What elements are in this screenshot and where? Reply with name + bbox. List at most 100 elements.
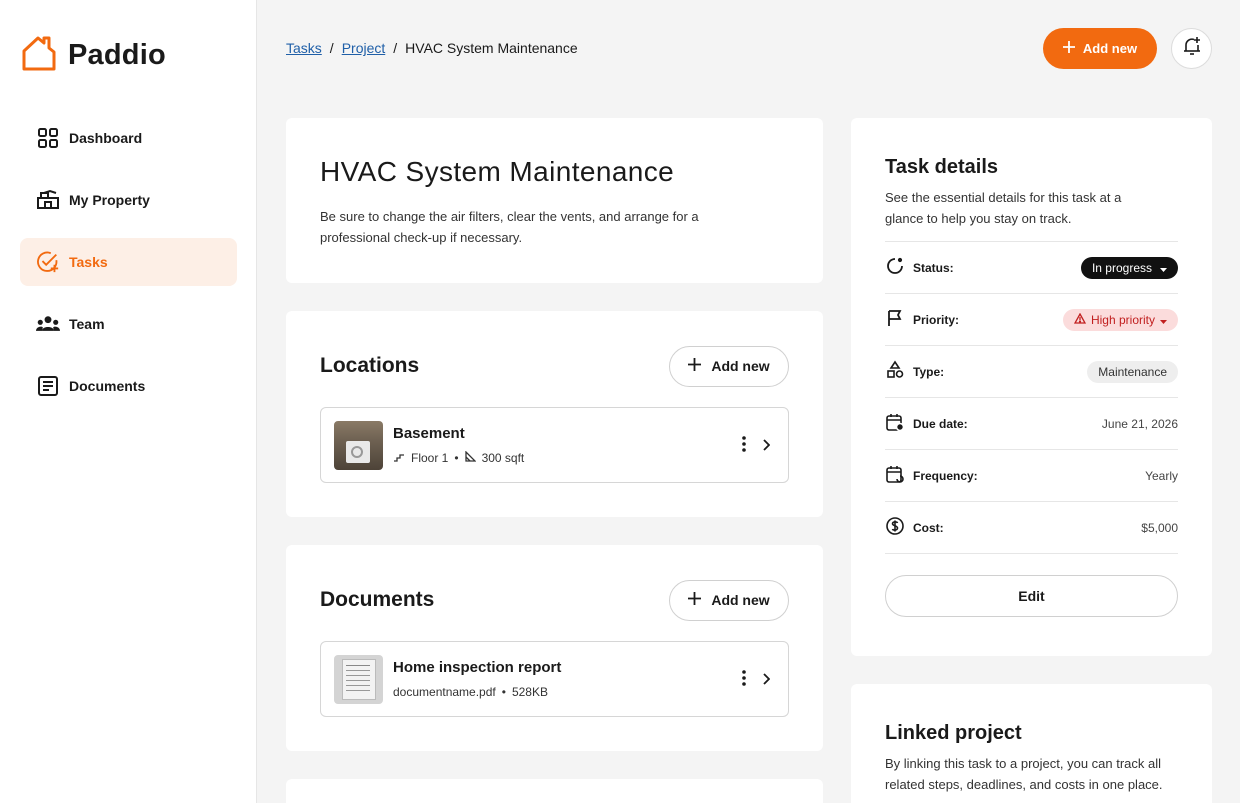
property-icon [36, 188, 60, 212]
location-thumbnail [334, 420, 383, 470]
cost-label: Cost: [913, 520, 944, 535]
plus-icon [1062, 41, 1075, 56]
status-value: In progress [1091, 260, 1152, 275]
sidebar-item-label: Dashboard [69, 130, 143, 146]
dashboard-icon [36, 126, 60, 150]
plus-icon [688, 358, 702, 374]
sidebar-item-tasks[interactable]: Tasks [20, 238, 237, 286]
calendar-clock-icon [885, 412, 905, 435]
caret-down-icon [1160, 313, 1167, 327]
locations-card: Locations Add new Basement Floor 1 • 300… [286, 311, 823, 517]
tasks-icon [36, 250, 60, 274]
detail-row-due-date: Due date: June 21, 2026 [885, 398, 1178, 450]
team-icon [36, 312, 60, 336]
breadcrumb-link-tasks[interactable]: Tasks [286, 40, 322, 56]
add-document-button[interactable]: Add new [669, 579, 789, 621]
location-name: Basement [393, 425, 465, 442]
breadcrumb-separator: / [393, 40, 398, 56]
warning-icon [1073, 312, 1087, 327]
detail-row-frequency: Frequency: Yearly [885, 450, 1178, 502]
more-options-icon[interactable] [742, 436, 746, 457]
app-name: Paddio [68, 39, 166, 71]
status-label: Status: [913, 260, 954, 275]
locations-title: Locations [320, 354, 420, 377]
page-title: HVAC System Maintenance [320, 156, 675, 187]
sidebar-item-team[interactable]: Team [20, 300, 237, 348]
meta-separator: • [501, 685, 506, 699]
sidebar-item-label: Documents [69, 378, 146, 394]
document-thumbnail [334, 654, 383, 704]
sidebar-item-documents[interactable]: Documents [20, 362, 237, 410]
add-new-label: Add new [1082, 41, 1138, 56]
flag-icon [885, 308, 905, 331]
add-new-button[interactable]: Add new [1043, 28, 1157, 69]
shapes-icon [885, 360, 905, 383]
status-icon [885, 256, 905, 279]
meta-separator: • [454, 451, 459, 465]
due-date-value: June 21, 2026 [1101, 416, 1178, 431]
linked-project-card: Linked project By linking this task to a… [851, 684, 1212, 803]
bell-add-icon [1182, 36, 1202, 61]
location-item[interactable]: Basement Floor 1 • 300 sqft [320, 407, 789, 483]
sidebar-item-label: Team [69, 316, 105, 332]
sidebar-item-dashboard[interactable]: Dashboard [20, 114, 237, 162]
breadcrumb-separator: / [329, 40, 334, 56]
edit-button[interactable]: Edit [885, 575, 1178, 617]
notifications-button[interactable] [1171, 28, 1212, 69]
frequency-value: Yearly [1145, 468, 1178, 483]
due-date-label: Due date: [913, 416, 968, 431]
breadcrumb: Tasks / Project / HVAC System Maintenanc… [286, 40, 578, 56]
location-size: 300 sqft [481, 451, 525, 465]
location-floor: Floor 1 [411, 451, 449, 465]
top-bar: Tasks / Project / HVAC System Maintenanc… [286, 28, 1212, 69]
type-badge: Maintenance [1087, 360, 1178, 383]
cost-value: $5,000 [1141, 520, 1178, 535]
documents-icon [36, 374, 60, 398]
area-icon [464, 450, 477, 465]
frequency-label: Frequency: [913, 468, 978, 483]
linked-project-description: By linking this task to a project, you c… [885, 756, 1163, 792]
detail-row-type: Type: Maintenance [885, 346, 1178, 398]
sidebar-item-label: Tasks [69, 254, 108, 270]
breadcrumb-link-project[interactable]: Project [342, 40, 386, 56]
detail-row-cost: Cost: $5,000 [885, 502, 1178, 554]
priority-value: High priority [1090, 312, 1155, 327]
priority-dropdown[interactable]: High priority [1062, 308, 1178, 331]
next-section-card [286, 779, 823, 803]
breadcrumb-current: HVAC System Maintenance [405, 40, 578, 56]
add-location-label: Add new [711, 358, 770, 374]
task-overview-card: HVAC System Maintenance Be sure to chang… [286, 118, 823, 283]
logo[interactable]: Paddio [20, 33, 166, 78]
sidebar-item-my-property[interactable]: My Property [20, 176, 237, 224]
documents-card: Documents Add new Home inspection report… [286, 545, 823, 751]
detail-row-priority: Priority: High priority [885, 294, 1178, 346]
status-dropdown[interactable]: In progress [1080, 256, 1178, 279]
sidebar-item-label: My Property [69, 192, 150, 208]
caret-down-icon [1160, 261, 1167, 275]
more-options-icon[interactable] [742, 670, 746, 691]
documents-title: Documents [320, 588, 435, 611]
task-details-card: Task details See the essential details f… [851, 118, 1212, 656]
chevron-right-icon[interactable] [762, 438, 771, 456]
priority-label: Priority: [913, 312, 960, 327]
document-size: 528KB [511, 685, 548, 699]
calendar-repeat-icon [885, 464, 905, 487]
task-description: Be sure to change the air filters, clear… [320, 209, 699, 245]
sidebar-nav: Dashboard My Property Tasks Team Documen… [20, 114, 237, 424]
plus-icon [688, 592, 702, 608]
document-file: documentname.pdf [393, 685, 496, 699]
document-item[interactable]: Home inspection report documentname.pdf … [320, 641, 789, 717]
linked-project-title: Linked project [885, 722, 1022, 744]
dollar-icon [885, 516, 905, 539]
detail-row-status: Status: In progress [885, 242, 1178, 294]
details-subtitle: See the essential details for this task … [885, 190, 1122, 226]
sidebar: Paddio Dashboard My Property Tasks Team … [0, 0, 257, 803]
stairs-icon [393, 451, 405, 465]
add-location-button[interactable]: Add new [669, 345, 789, 387]
details-title: Task details [885, 156, 999, 178]
type-label: Type: [913, 364, 945, 379]
add-document-label: Add new [711, 592, 770, 608]
details-list: Status: In progress Priority: High prior… [885, 241, 1178, 554]
document-name: Home inspection report [393, 659, 562, 676]
chevron-right-icon[interactable] [762, 672, 771, 690]
